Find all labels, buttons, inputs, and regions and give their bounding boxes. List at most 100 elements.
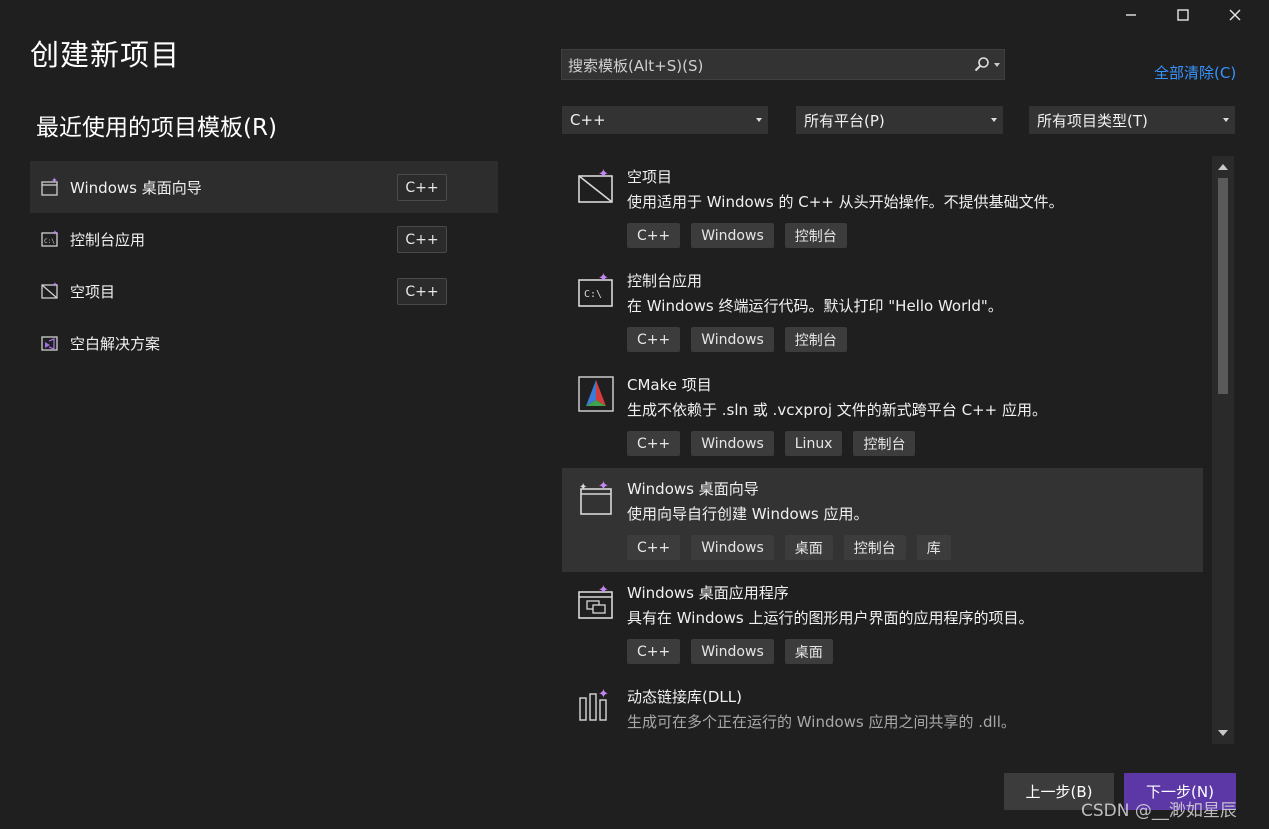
tag: C++ bbox=[627, 431, 681, 456]
search-options-dropdown-icon[interactable] bbox=[994, 63, 1000, 67]
project-type-filter-dropdown[interactable]: 所有项目类型(T) bbox=[1029, 106, 1235, 134]
svg-text:✦: ✦ bbox=[51, 177, 58, 185]
svg-text:✦: ✦ bbox=[598, 688, 609, 702]
recent-item-label: 空项目 bbox=[70, 282, 116, 301]
watermark: CSDN @__渺如星辰 bbox=[1081, 801, 1237, 821]
template-item-cmake-project[interactable]: CMake 项目 生成不依赖于 .sln 或 .vcxproj 文件的新式跨平台… bbox=[562, 364, 1203, 468]
svg-text:✦: ✦ bbox=[579, 482, 587, 493]
recent-item-blank-solution[interactable]: 空白解决方案 bbox=[30, 317, 498, 369]
svg-text:✦: ✦ bbox=[52, 281, 58, 289]
tag: Windows bbox=[691, 327, 774, 352]
template-title: 控制台应用 bbox=[627, 272, 703, 290]
chevron-down-icon bbox=[756, 118, 762, 122]
template-description: 使用向导自行创建 Windows 应用。 bbox=[627, 505, 869, 523]
template-description: 在 Windows 终端运行代码。默认打印 "Hello World"。 bbox=[627, 297, 1003, 315]
recent-item-empty-project[interactable]: ✦ 空项目 C++ bbox=[30, 265, 498, 317]
tag: 控制台 bbox=[843, 535, 906, 560]
svg-text:✦: ✦ bbox=[598, 480, 609, 494]
close-button[interactable] bbox=[1209, 4, 1261, 26]
tag: 控制台 bbox=[784, 327, 847, 352]
template-item-empty-project[interactable]: ✦ 空项目 使用适用于 Windows 的 C++ 从头开始操作。不提供基础文件… bbox=[562, 156, 1203, 260]
dll-icon: ✦ bbox=[579, 688, 609, 721]
empty-project-icon: ✦ bbox=[41, 281, 58, 299]
recent-templates-heading: 最近使用的项目模板(R) bbox=[36, 115, 277, 141]
tag: Windows bbox=[691, 535, 774, 560]
windows-desktop-wizard-icon: ✦ ✦ bbox=[579, 480, 612, 515]
template-item-console-app[interactable]: C:\ ✦ 控制台应用 在 Windows 终端运行代码。默认打印 "Hello… bbox=[562, 260, 1203, 364]
windows-desktop-wizard-icon: ✦ bbox=[41, 177, 58, 196]
template-title: Windows 桌面向导 bbox=[627, 480, 759, 498]
template-item-dll[interactable]: ✦ 动态链接库(DLL) 生成可在多个正在运行的 Windows 应用之间共享的… bbox=[562, 676, 1203, 744]
search-icon[interactable] bbox=[974, 56, 990, 72]
project-type-filter-value: 所有项目类型(T) bbox=[1037, 111, 1148, 130]
recent-item-windows-desktop-wizard[interactable]: ✦ Windows 桌面向导 C++ bbox=[30, 161, 498, 213]
svg-text:C:\: C:\ bbox=[44, 238, 55, 245]
template-tags: C++ Windows 桌面 控制台 库 bbox=[627, 535, 962, 560]
tag: 桌面 bbox=[784, 639, 833, 664]
tag: C++ bbox=[627, 327, 681, 352]
tag: Windows bbox=[691, 223, 774, 248]
cmake-icon bbox=[578, 376, 614, 412]
minimize-button[interactable] bbox=[1105, 4, 1157, 26]
scrollbar-thumb[interactable] bbox=[1218, 178, 1228, 394]
tag: C++ bbox=[627, 535, 681, 560]
results-scrollbar[interactable] bbox=[1212, 156, 1234, 744]
svg-text:✦: ✦ bbox=[52, 229, 58, 237]
recent-templates-list: ✦ Windows 桌面向导 C++ C:\ ✦ 控制台应用 C++ ✦ 空项目… bbox=[30, 161, 498, 369]
svg-text:✦: ✦ bbox=[598, 168, 609, 182]
template-tags: C++ Windows 桌面 bbox=[627, 639, 844, 664]
template-title: Windows 桌面应用程序 bbox=[627, 584, 789, 602]
maximize-button[interactable] bbox=[1157, 4, 1209, 26]
language-badge: C++ bbox=[397, 226, 447, 253]
tag: C++ bbox=[627, 223, 681, 248]
blank-solution-icon bbox=[41, 336, 58, 351]
template-item-windows-desktop-app[interactable]: ✦ Windows 桌面应用程序 具有在 Windows 上运行的图形用户界面的… bbox=[562, 572, 1203, 676]
language-badge: C++ bbox=[397, 278, 447, 305]
window-controls bbox=[1105, 4, 1261, 26]
template-description: 具有在 Windows 上运行的图形用户界面的应用程序的项目。 bbox=[627, 609, 1034, 627]
maximize-icon bbox=[1177, 9, 1189, 21]
scroll-up-arrow-icon[interactable] bbox=[1218, 164, 1228, 170]
chevron-down-icon bbox=[991, 118, 997, 122]
tag: 控制台 bbox=[784, 223, 847, 248]
chevron-down-icon bbox=[1223, 118, 1229, 122]
language-filter-dropdown[interactable]: C++ bbox=[562, 106, 768, 134]
recent-item-label: 控制台应用 bbox=[70, 230, 146, 249]
search-input[interactable] bbox=[562, 50, 970, 81]
minimize-icon bbox=[1126, 14, 1136, 16]
template-search-box[interactable] bbox=[561, 49, 1005, 81]
page-title: 创建新项目 bbox=[30, 38, 181, 72]
console-app-icon: C:\ ✦ bbox=[41, 229, 58, 247]
tag: C++ bbox=[627, 639, 681, 664]
language-filter-value: C++ bbox=[570, 111, 606, 129]
template-title: CMake 项目 bbox=[627, 376, 712, 394]
recent-item-console-app[interactable]: C:\ ✦ 控制台应用 C++ bbox=[30, 213, 498, 265]
language-badge: C++ bbox=[397, 174, 447, 201]
template-tags: C++ Windows 控制台 bbox=[627, 223, 858, 248]
windows-desktop-app-icon: ✦ bbox=[578, 584, 613, 619]
template-title: 动态链接库(DLL) bbox=[627, 688, 742, 706]
svg-text:✦: ✦ bbox=[598, 584, 609, 598]
tag: Windows bbox=[691, 639, 774, 664]
platform-filter-dropdown[interactable]: 所有平台(P) bbox=[796, 106, 1003, 134]
template-description: 生成不依赖于 .sln 或 .vcxproj 文件的新式跨平台 C++ 应用。 bbox=[627, 401, 1047, 419]
console-app-icon: C:\ ✦ bbox=[578, 272, 613, 307]
clear-all-filters-link[interactable]: 全部清除(C) bbox=[1154, 62, 1236, 83]
recent-item-label: 空白解决方案 bbox=[70, 334, 161, 353]
tag: Windows bbox=[691, 431, 774, 456]
platform-filter-value: 所有平台(P) bbox=[804, 111, 885, 130]
template-description: 生成可在多个正在运行的 Windows 应用之间共享的 .dll。 bbox=[627, 713, 1016, 731]
svg-text:C:\: C:\ bbox=[584, 289, 602, 300]
tag: 控制台 bbox=[853, 431, 916, 456]
close-icon bbox=[1229, 9, 1241, 21]
template-results-list: ✦ 空项目 使用适用于 Windows 的 C++ 从头开始操作。不提供基础文件… bbox=[562, 156, 1234, 744]
tag: 桌面 bbox=[784, 535, 833, 560]
tag: Linux bbox=[784, 431, 843, 456]
template-title: 空项目 bbox=[627, 168, 673, 186]
tag: 库 bbox=[916, 535, 951, 560]
template-description: 使用适用于 Windows 的 C++ 从头开始操作。不提供基础文件。 bbox=[627, 193, 1064, 211]
recent-item-label: Windows 桌面向导 bbox=[70, 178, 202, 197]
template-item-windows-desktop-wizard[interactable]: ✦ ✦ Windows 桌面向导 使用向导自行创建 Windows 应用。 C+… bbox=[562, 468, 1203, 572]
empty-project-icon: ✦ bbox=[578, 168, 613, 203]
scroll-down-arrow-icon[interactable] bbox=[1218, 730, 1228, 736]
